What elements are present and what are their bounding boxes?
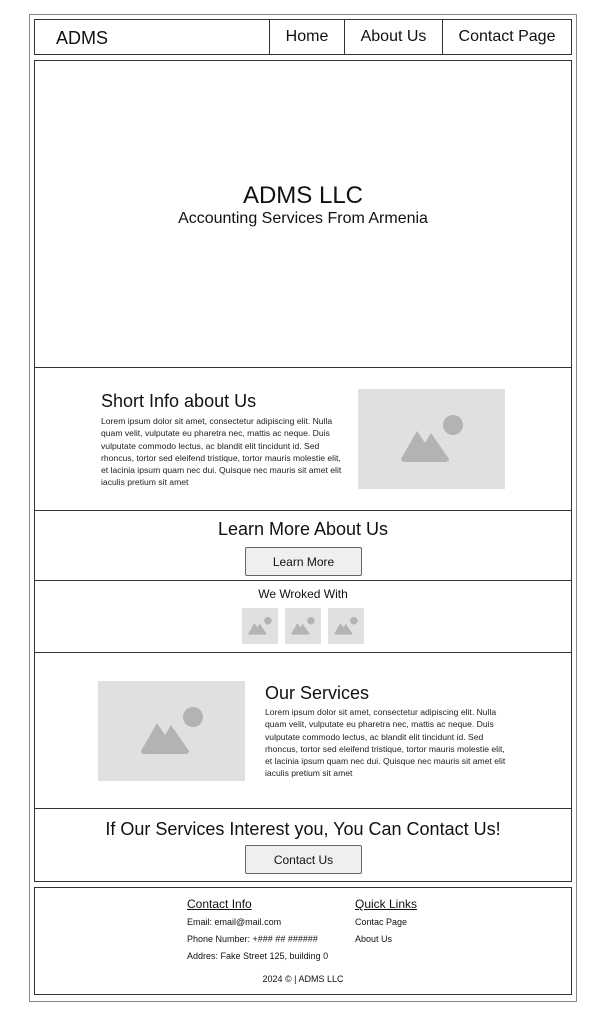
image-placeholder-icon — [400, 415, 463, 462]
worked-with-heading: We Wroked With — [258, 587, 348, 601]
partner-logo-3 — [328, 608, 364, 644]
brand-logo[interactable]: ADMS — [56, 28, 108, 49]
image-placeholder-icon — [291, 617, 315, 635]
contact-cta-section: If Our Services Interest you, You Can Co… — [34, 808, 572, 882]
footer-links-heading: Quick Links — [355, 897, 418, 911]
learn-more-button[interactable]: Learn More — [245, 547, 362, 576]
footer-copyright: 2024 © | ADMS LLC — [262, 974, 344, 984]
top-navbar: ADMS Home About Us Contact Page — [34, 19, 572, 55]
services-image — [98, 681, 245, 781]
short-info-heading: Short Info about Us — [101, 391, 257, 411]
services-text: Lorem ipsum dolor sit amet, consectetur … — [265, 707, 506, 779]
nav-contact-page[interactable]: Contact Page — [442, 20, 571, 54]
contact-us-button[interactable]: Contact Us — [245, 845, 362, 874]
footer: Contact Info Email: email@mail.com Phone… — [34, 887, 572, 995]
footer-address: Addres: Fake Street 125, building 0 — [187, 951, 329, 961]
learn-more-section: Learn More About Us Learn More — [34, 510, 572, 581]
hero-section: ADMS LLC Accounting Services From Armeni… — [34, 60, 572, 367]
footer-contact-heading: Contact Info — [187, 897, 252, 911]
short-info-image — [358, 389, 505, 489]
footer-link-contact[interactable]: Contac Page — [355, 917, 407, 927]
learn-more-heading: Learn More About Us — [217, 519, 389, 539]
hero-title: ADMS LLC — [242, 182, 364, 209]
contact-cta-heading: If Our Services Interest you, You Can Co… — [105, 819, 501, 839]
services-section: Our Services Lorem ipsum dolor sit amet,… — [34, 652, 572, 809]
hero-subtitle: Accounting Services From Armenia — [178, 210, 428, 227]
short-info-section: Short Info about Us Lorem ipsum dolor si… — [34, 367, 572, 511]
footer-phone: Phone Number: +### ## ###### — [187, 934, 318, 944]
worked-with-section: We Wroked With — [34, 580, 572, 653]
partner-logo-1 — [242, 608, 278, 644]
nav-about-us[interactable]: About Us — [344, 20, 442, 54]
footer-link-about[interactable]: About Us — [355, 934, 392, 944]
nav-home[interactable]: Home — [269, 20, 344, 54]
image-placeholder-icon — [248, 617, 272, 635]
footer-email: Email: email@mail.com — [187, 917, 282, 927]
services-heading: Our Services — [265, 683, 370, 703]
partner-logo-2 — [285, 608, 321, 644]
image-placeholder-icon — [140, 707, 203, 754]
image-placeholder-icon — [334, 617, 358, 635]
short-info-text: Lorem ipsum dolor sit amet, consectetur … — [101, 416, 342, 488]
